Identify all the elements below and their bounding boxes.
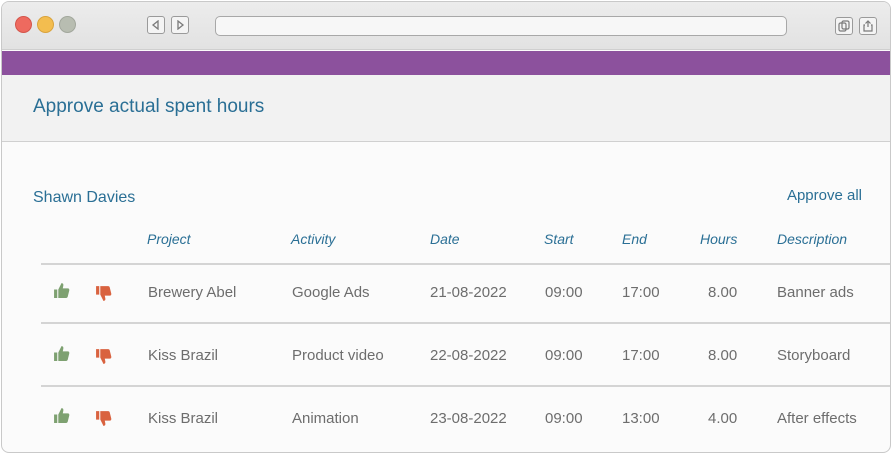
approve-all-link[interactable]: Approve all [787,187,862,204]
cell-hours: 4.00 [708,410,738,427]
close-window-button[interactable] [15,16,32,33]
column-header-description: Description [777,231,848,247]
cell-activity: Product video [292,347,384,364]
cell-hours: 8.00 [708,347,738,364]
tabs-icon [838,20,850,32]
cell-date: 21-08-2022 [430,284,507,301]
cell-description: Banner ads [777,284,854,301]
cell-project: Kiss Brazil [148,347,219,364]
cell-end: 17:00 [622,284,660,301]
cell-description: Storyboard [777,347,851,364]
browser-window: Approve actual spent hours Shawn Davies … [1,1,891,453]
cell-end: 17:00 [622,347,660,364]
column-header-project: Project [147,231,191,247]
page-header: Approve actual spent hours [2,75,890,142]
column-header-date: Date [430,231,460,247]
table-divider [41,322,890,324]
table-divider [41,385,890,387]
chevron-right-icon [177,20,185,30]
cell-date: 22-08-2022 [430,347,507,364]
cell-start: 09:00 [545,284,583,301]
column-header-hours: Hours [700,231,738,247]
address-bar[interactable] [215,16,787,36]
column-header-end: End [622,231,647,247]
cell-start: 09:00 [545,410,583,427]
back-button[interactable] [147,16,165,34]
maximize-window-button[interactable] [59,16,76,33]
cell-project: Brewery Abel [148,284,237,301]
chevron-left-icon [151,20,159,30]
share-icon [863,20,873,32]
cell-end: 13:00 [622,410,660,427]
cell-hours: 8.00 [708,284,738,301]
table-divider [41,263,890,265]
share-button[interactable] [859,17,877,35]
column-header-start: Start [544,231,574,247]
thumbs-down-icon[interactable] [95,348,112,365]
forward-button[interactable] [171,16,189,34]
page-title: Approve actual spent hours [33,96,265,117]
tabs-button[interactable] [835,17,853,35]
thumbs-up-icon[interactable] [53,345,70,362]
cell-start: 09:00 [545,347,583,364]
cell-date: 23-08-2022 [430,410,507,427]
thumbs-up-icon[interactable] [53,282,70,299]
cell-description: After effects [777,410,857,427]
column-header-activity: Activity [291,231,336,247]
browser-titlebar [2,2,890,50]
thumbs-down-icon[interactable] [95,410,112,427]
cell-project: Kiss Brazil [148,410,219,427]
cell-activity: Animation [292,410,359,427]
cell-activity: Google Ads [292,284,370,301]
employee-name: Shawn Davies [33,189,136,206]
brand-band [2,51,890,75]
thumbs-up-icon[interactable] [53,407,70,424]
minimize-window-button[interactable] [37,16,54,33]
thumbs-down-icon[interactable] [95,285,112,302]
